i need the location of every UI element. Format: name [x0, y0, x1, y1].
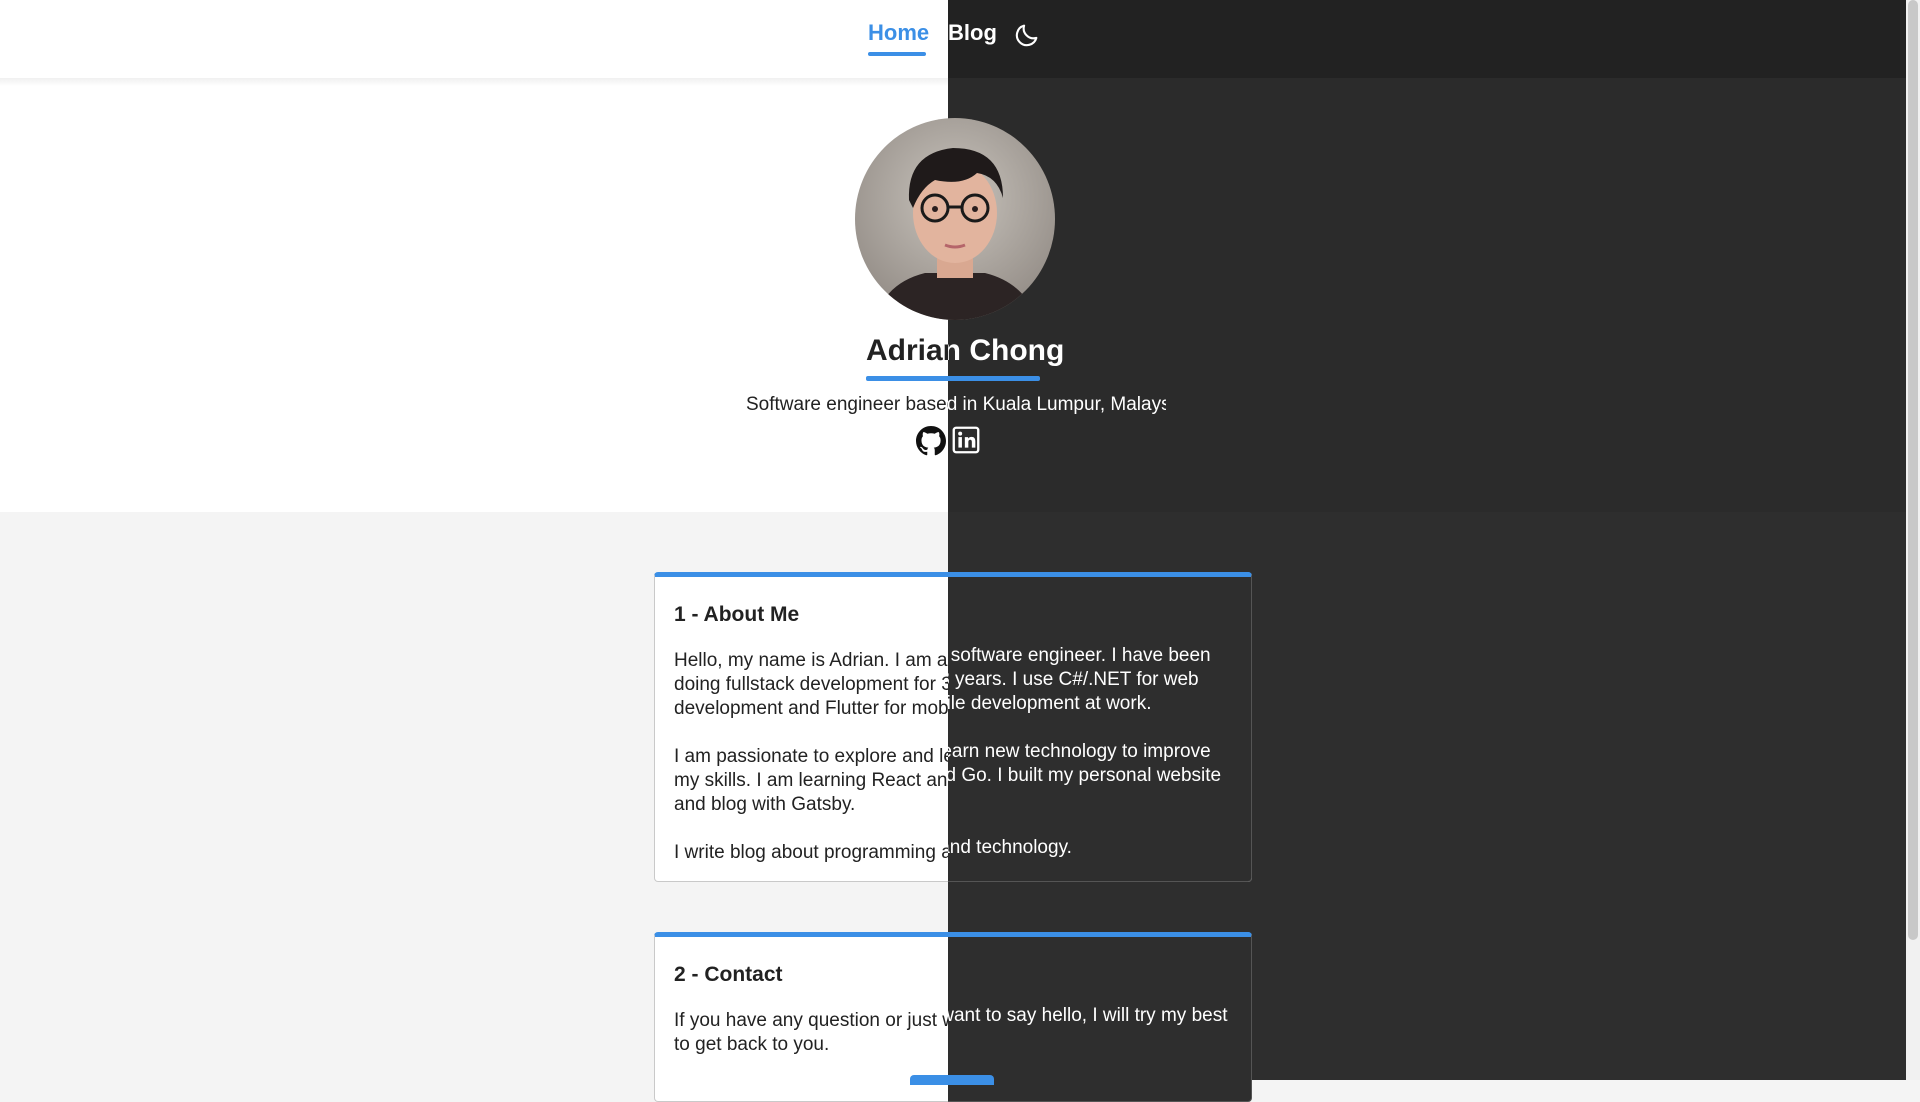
- contact-paragraph-dark: If you have any question or just want to…: [948, 1005, 1228, 1026]
- about-paragraph-1-dark: Hello, my name is Adrian. I am a softwar…: [948, 645, 1211, 714]
- avatar: [855, 118, 1055, 320]
- navbar-dark: [948, 0, 1906, 78]
- moon-icon[interactable]: [1013, 21, 1041, 49]
- about-card-dark-half: Hello, my name is Adrian. I am a softwar…: [948, 572, 1252, 882]
- profile-subtitle: Software engineer based in Kuala Lumpur,…: [746, 394, 1166, 415]
- about-card-title: 1 - About Me: [674, 603, 800, 626]
- header-background-light: [0, 0, 948, 512]
- github-icon[interactable]: [916, 426, 946, 456]
- linkedin-icon[interactable]: [952, 426, 980, 454]
- page-title: Adrian Chong Adrian Chong: [866, 334, 1065, 367]
- navbar-shadow: [0, 78, 948, 86]
- nav-blog-link[interactable]: Blog: [948, 20, 997, 46]
- contact-card-title: 2 - Contact: [674, 963, 783, 986]
- about-paragraph-2-dark: I am passionate to explore and learn new…: [948, 741, 1222, 786]
- nav-home-link[interactable]: Home: [868, 20, 929, 46]
- scrollbar-thumb[interactable]: [1908, 0, 1918, 940]
- nav-home-active-indicator: [868, 52, 926, 56]
- contact-button[interactable]: [910, 1075, 994, 1085]
- about-paragraph-3-dark: I write blog about programming and techn…: [948, 837, 1072, 858]
- title-underline: [866, 376, 1040, 381]
